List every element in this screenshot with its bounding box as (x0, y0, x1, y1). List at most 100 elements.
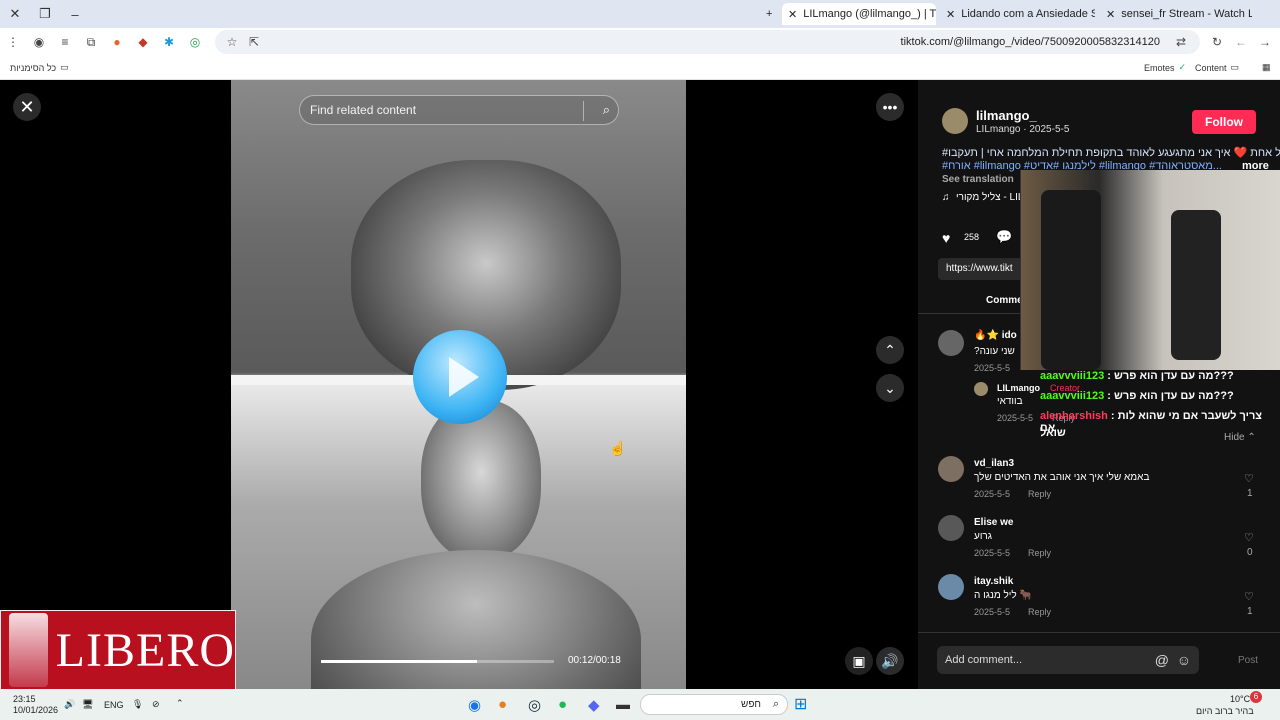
network-tray-icon[interactable]: 🖥 (82, 699, 93, 710)
show-hidden-icons-chevron[interactable]: ⌃ (176, 698, 184, 709)
extensions-icon[interactable]: ⧉ (78, 30, 104, 54)
post-button[interactable]: Post (1238, 655, 1258, 666)
extension-orange-icon[interactable]: ● (104, 30, 130, 54)
close-video-button[interactable]: ✕ (13, 93, 41, 121)
tab-ansiedade[interactable]: ✕ Lidando com a Ansiedade Soc (940, 3, 1095, 25)
microphone-icon[interactable]: 🎙 (132, 699, 143, 710)
reply-button[interactable]: Reply (1028, 607, 1051, 617)
comment-username[interactable]: 🔥⭐ ido (974, 330, 1017, 341)
steam-taskbar-icon[interactable]: ◎ (528, 696, 541, 714)
notification-badge: 6 (1250, 691, 1262, 703)
bookmark-content[interactable]: Content ▭ (1195, 62, 1239, 73)
reply-button[interactable]: Reply (1028, 489, 1051, 499)
commenter-avatar[interactable] (938, 515, 964, 541)
add-comment-input[interactable]: Add comment... @ ☺ (937, 646, 1199, 674)
close-window-icon[interactable]: ✕ (0, 0, 30, 28)
close-tab-icon[interactable]: ✕ (1106, 8, 1115, 21)
webcam-overlay (1020, 170, 1280, 370)
extension-shield-icon[interactable]: ◆ (130, 30, 156, 54)
follow-button[interactable]: Follow (1192, 110, 1256, 134)
tab-comments[interactable]: Comme (986, 295, 1023, 306)
comment-username[interactable]: Elise we (974, 517, 1013, 528)
minimize-window-icon[interactable]: – (60, 0, 90, 28)
share-icon[interactable]: ⇱ (241, 30, 267, 54)
comment-like-count: 1 (1247, 488, 1253, 499)
clock-date[interactable]: 10/01/2026 (13, 705, 58, 715)
chat-text: : מה עם עדן הוא פרש??? (1107, 390, 1234, 402)
video-player[interactable]: Find related content ⌕ 00:12/00:18 ☝ (231, 80, 686, 689)
bookmark-label: Emotes (1144, 62, 1175, 73)
more-options-button[interactable]: ••• (876, 93, 904, 121)
chat-username: aaavvviii123 (1040, 390, 1105, 402)
all-bookmarks-label: כל הסימניות (10, 62, 57, 73)
chat-message: alenharshish : צריך לשעבר אם מי שהוא לות… (1040, 410, 1280, 434)
taskbar-search[interactable]: חפש ⌕ (640, 694, 788, 715)
close-tab-icon[interactable]: ✕ (788, 8, 797, 21)
windows-start-icon[interactable]: ⊞ (794, 694, 807, 714)
like-heart-icon[interactable]: ♡ (1244, 472, 1254, 485)
extension-green-icon[interactable]: ◎ (182, 30, 208, 54)
tab-kick-stream[interactable]: ✕ sensei_fr Stream - Watch Live o (1100, 3, 1252, 25)
sound-name[interactable]: צליל מקורי - LIL (956, 192, 1023, 203)
emoji-icon[interactable]: ☺ (1177, 652, 1191, 668)
file-explorer-icon[interactable]: ▬ (616, 696, 630, 712)
app-taskbar-icon[interactable]: ● (498, 696, 507, 713)
like-heart-icon[interactable]: ♡ (1244, 590, 1254, 603)
caption-line-1: #ריל אחת ❤️ איך אני מתגעגע לאוהד בתקופת … (942, 147, 1280, 159)
reply-avatar[interactable] (974, 382, 988, 396)
tab-bar: ✕ ❐ – + ✕ LILmango (@lilmango_) | TikTo … (0, 0, 1280, 28)
commenter-avatar[interactable] (938, 574, 964, 600)
mouse-cursor-icon: ☝ (609, 440, 627, 456)
bookmark-emotes[interactable]: Emotes ✓ (1144, 62, 1186, 73)
reload-icon[interactable]: ↻ (1204, 30, 1230, 54)
previous-video-button[interactable]: ⌃ (876, 336, 904, 364)
extension-translate-icon[interactable]: ✱ (156, 30, 182, 54)
menu-icon[interactable]: ⋮ (0, 30, 26, 54)
comment-username[interactable]: vd_ilan3 (974, 458, 1014, 469)
profile-icon[interactable]: ◉ (26, 30, 52, 54)
comment-username[interactable]: itay.shik (974, 576, 1013, 587)
webcam-chair-left (1041, 190, 1101, 370)
volume-tray-icon[interactable]: 🔊 (64, 699, 75, 710)
restore-window-icon[interactable]: ❐ (30, 0, 60, 28)
chrome-taskbar-icon[interactable]: ◉ (468, 696, 481, 714)
reply-username[interactable]: LILmango (997, 383, 1040, 393)
discord-taskbar-icon[interactable]: ◆ (588, 696, 600, 714)
new-tab-button[interactable]: + (760, 3, 778, 25)
all-bookmarks-button[interactable]: כל הסימניות ▭ (10, 62, 69, 73)
commenter-avatar[interactable] (938, 330, 964, 356)
language-indicator[interactable]: ENG (104, 700, 124, 710)
clock-time[interactable]: 23:15 (13, 694, 36, 704)
tab-label: sensei_fr Stream - Watch Live o (1121, 8, 1252, 20)
mention-icon[interactable]: @ (1155, 652, 1169, 668)
heart-icon[interactable]: ♥ (942, 230, 950, 246)
volume-button[interactable]: 🔊 (876, 647, 904, 675)
see-translation-link[interactable]: See translation (942, 174, 1014, 185)
weather-temperature[interactable]: 10°C (1230, 694, 1250, 704)
close-tab-icon[interactable]: ✕ (946, 8, 955, 21)
spotify-taskbar-icon[interactable]: ● (558, 696, 567, 713)
commenter-avatar[interactable] (938, 456, 964, 482)
reply-button[interactable]: Reply (1028, 548, 1051, 558)
weather-description[interactable]: בהיר ברוב היום (1196, 706, 1254, 716)
search-icon[interactable]: ⌕ (603, 102, 610, 118)
tab-tiktok[interactable]: ✕ LILmango (@lilmango_) | TikTo (782, 3, 936, 25)
apps-grid-icon[interactable]: ▦ (1262, 62, 1271, 73)
perfume-bottle-image (9, 613, 48, 687)
freezing-emoji-play-button[interactable] (413, 330, 507, 424)
libero-ad[interactable]: LIBERO (0, 610, 236, 690)
hidden-tray-icon[interactable]: ⊘ (152, 699, 160, 710)
like-heart-icon[interactable]: ♡ (1244, 531, 1254, 544)
comment-bubble-icon[interactable]: 💬 (996, 229, 1012, 245)
back-icon[interactable]: → (1252, 30, 1278, 54)
forward-icon[interactable]: ← (1228, 30, 1254, 54)
progress-bar[interactable] (321, 660, 554, 663)
related-content-search[interactable]: Find related content ⌕ (299, 95, 619, 125)
address-bar[interactable]: ☆ ⇱ tiktok.com/@lilmango_/video/75009200… (215, 30, 1200, 54)
next-video-button[interactable]: ⌄ (876, 374, 904, 402)
author-handle[interactable]: lilmango_ (976, 108, 1037, 123)
reading-list-icon[interactable]: ≡ (52, 30, 78, 54)
pip-button[interactable]: ▣ (845, 647, 873, 675)
site-settings-icon[interactable]: ⇄ (1168, 30, 1194, 54)
author-avatar[interactable] (942, 108, 968, 134)
